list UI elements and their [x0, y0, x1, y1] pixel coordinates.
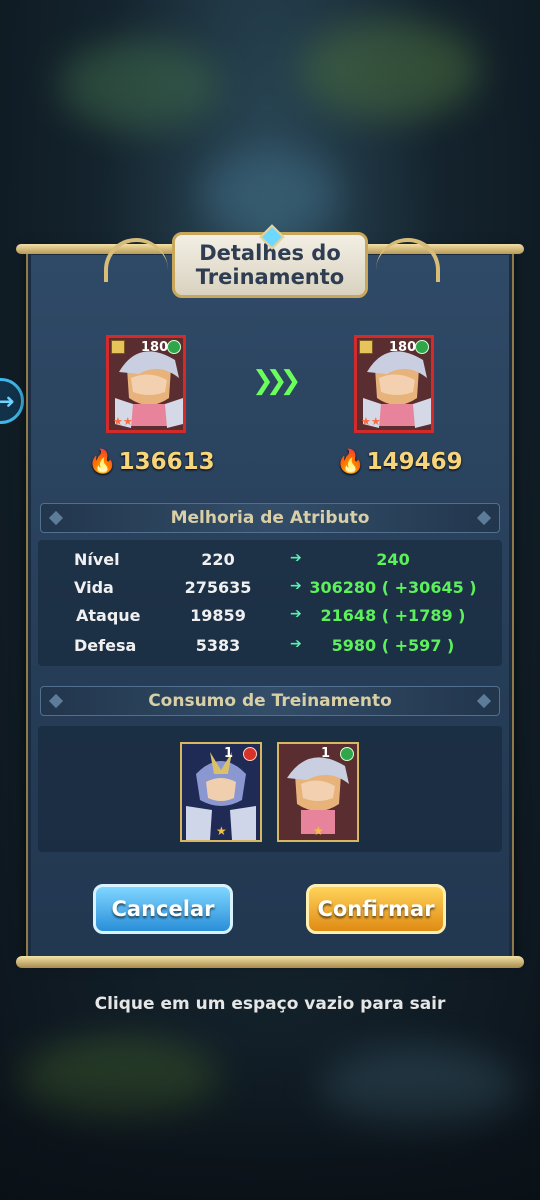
- diamond-ornament-icon: [48, 693, 64, 709]
- stat-next: 306280 ( +30645 ): [309, 578, 477, 597]
- stat-next: 5980 ( +597 ): [331, 636, 455, 655]
- table-row: Vida 275635 ➔ 306280 ( +30645 ): [38, 578, 502, 606]
- table-row: Defesa 5383 ➔ 5980 ( +597 ): [38, 636, 502, 664]
- arrow-right-icon: ➜: [0, 389, 15, 413]
- material-count: 1: [224, 746, 234, 761]
- consumption-area: [38, 726, 502, 852]
- diamond-ornament-icon: [48, 510, 64, 526]
- star-icon: ★: [313, 824, 324, 838]
- stat-current: 275635: [184, 578, 252, 597]
- flame-icon: 🔥: [88, 449, 117, 475]
- hero-card-after[interactable]: 180 ★★: [354, 335, 434, 433]
- star-icon: ★: [216, 824, 227, 838]
- hero-card-before[interactable]: 180 ★★: [106, 335, 186, 433]
- upgrade-chevrons-icon: ❯❯❯: [252, 366, 301, 396]
- consumption-section-title: Consumo de Treinamento: [148, 691, 392, 711]
- class-badge-icon: [359, 340, 373, 354]
- hero-level: 180: [141, 340, 169, 355]
- consumption-section-header: Consumo de Treinamento: [40, 686, 500, 716]
- hero-level: 180: [389, 340, 417, 355]
- attribute-section-header: Melhoria de Atributo: [40, 503, 500, 533]
- hero-stars: ★★: [113, 415, 133, 428]
- attribute-table: Nível 220 ➔ 240 Vida 275635 ➔ 306280 ( +…: [38, 540, 502, 666]
- fire-element-icon: [243, 747, 257, 761]
- stat-next: 240: [376, 550, 410, 569]
- exit-hint: Clique em um espaço vazio para sair: [94, 994, 446, 1014]
- diamond-ornament-icon: [476, 510, 492, 526]
- flame-icon: 🔥: [336, 449, 365, 475]
- panel-frame-bottom: [16, 956, 524, 968]
- hero-stars: ★★: [361, 415, 381, 428]
- stat-label: Ataque: [76, 606, 141, 625]
- material-card-wind[interactable]: 1 ★: [277, 742, 359, 842]
- power-before: 🔥136613: [88, 448, 215, 475]
- wind-element-icon: [415, 340, 429, 354]
- power-after: 🔥149469: [336, 448, 463, 475]
- cancel-button-label: Cancelar: [111, 897, 215, 921]
- diamond-ornament-icon: [476, 693, 492, 709]
- power-after-value: 149469: [366, 449, 463, 475]
- stat-label: Vida: [74, 578, 114, 597]
- stat-current: 5383: [195, 636, 241, 655]
- bg-blob: [60, 40, 220, 130]
- wind-element-icon: [167, 340, 181, 354]
- bg-blob: [300, 20, 480, 120]
- cancel-button[interactable]: Cancelar: [93, 884, 233, 934]
- attribute-section-title: Melhoria de Atributo: [170, 508, 370, 528]
- table-row: Nível 220 ➔ 240: [38, 550, 502, 578]
- table-row: Ataque 19859 ➔ 21648 ( +1789 ): [38, 606, 502, 634]
- stat-current: 19859: [190, 606, 246, 625]
- stat-label: Defesa: [74, 636, 137, 655]
- material-count: 1: [321, 746, 331, 761]
- background-fade[interactable]: [0, 1040, 540, 1200]
- class-badge-icon: [111, 340, 125, 354]
- stat-next: 21648 ( +1789 ): [320, 606, 466, 625]
- confirm-button[interactable]: Confirmar: [306, 884, 446, 934]
- wind-element-icon: [340, 747, 354, 761]
- confirm-button-label: Confirmar: [317, 897, 435, 921]
- stat-current: 220: [201, 550, 235, 569]
- power-before-value: 136613: [118, 449, 215, 475]
- stat-label: Nível: [74, 550, 120, 569]
- material-card-fire[interactable]: 1 ★: [180, 742, 262, 842]
